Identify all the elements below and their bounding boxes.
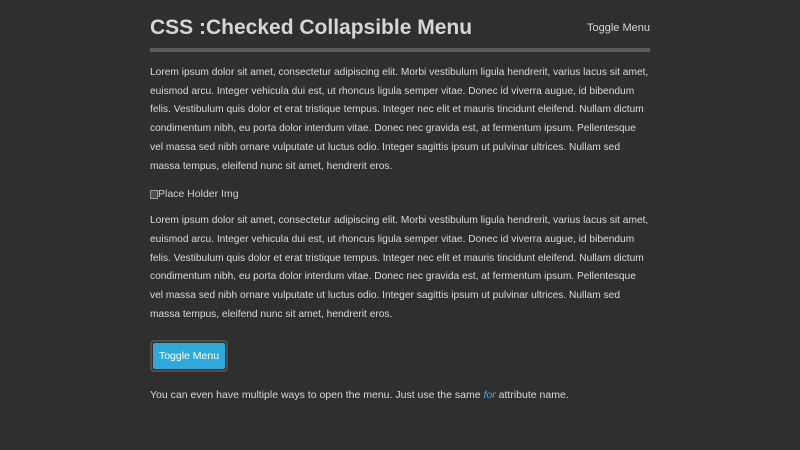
for-attribute-term: for	[483, 389, 496, 402]
body-paragraph-2: Lorem ipsum dolor sit amet, consectetur …	[150, 215, 649, 320]
usage-note-text-end: attribute name.	[495, 389, 569, 402]
usage-note-text-start: You can even have multiple ways to open …	[150, 389, 484, 402]
toggle-menu-button[interactable]: Toggle Menu	[153, 343, 225, 370]
broken-image-icon	[150, 189, 158, 199]
placeholder-image-alt-text: Place Holder Img	[158, 188, 239, 201]
placeholder-image: Place Holder Img	[150, 186, 650, 202]
page-container: CSS :Checked Collapsible Menu Toggle Men…	[150, 0, 650, 401]
usage-note: You can even have multiple ways to open …	[150, 389, 650, 401]
page-header: CSS :Checked Collapsible Menu Toggle Men…	[150, 0, 650, 52]
body-paragraph-1: Lorem ipsum dolor sit amet, consectetur …	[150, 67, 649, 172]
toggle-menu-link[interactable]: Toggle Menu	[587, 22, 650, 34]
toggle-button-frame: Toggle Menu	[150, 340, 228, 373]
page-title: CSS :Checked Collapsible Menu	[150, 16, 473, 39]
